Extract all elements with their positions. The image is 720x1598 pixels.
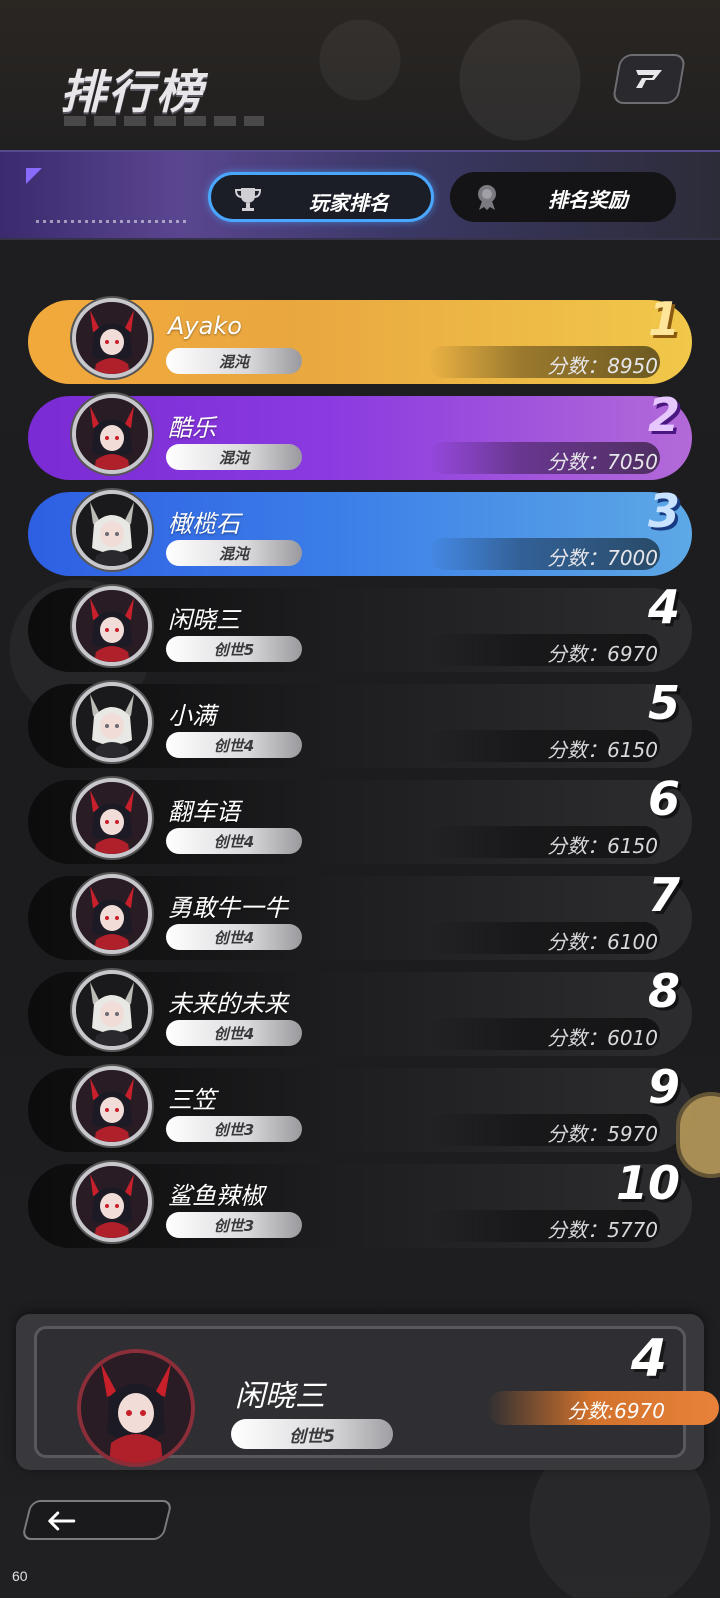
tab-player-ranking-label: 玩家排名 — [309, 191, 389, 215]
tier-badge: 混沌 — [166, 348, 302, 374]
player-avatar — [72, 682, 152, 762]
player-avatar — [72, 874, 152, 954]
leaderboard-row[interactable]: 小满 创世4 分数：6150 5 — [28, 676, 692, 768]
player-name: Ayako — [168, 312, 242, 340]
header: 排行榜 — [0, 0, 720, 150]
tab-bar: 玩家排名 排名奖励 — [0, 150, 720, 240]
player-name: 勇敢牛一牛 — [168, 894, 288, 922]
tier-badge: 创世3 — [166, 1116, 302, 1142]
player-avatar — [72, 778, 152, 858]
player-name: 三笠 — [168, 1086, 216, 1114]
title-decoration — [64, 116, 264, 126]
tier-badge: 混沌 — [166, 540, 302, 566]
rank-number: 7 — [647, 868, 680, 922]
rank-number: 6 — [647, 772, 680, 826]
self-rank-panel: 闲晓三 创世5 分数:6970 4 — [16, 1314, 719, 1470]
self-rank-card: 闲晓三 创世5 分数:6970 4 — [34, 1326, 719, 1467]
player-avatar — [72, 1066, 152, 1146]
player-name: 小满 — [168, 702, 216, 730]
self-rank-number: 4 — [630, 1329, 667, 1389]
tab-bar-corner-decoration — [26, 168, 42, 184]
player-score: 分数：8950 — [547, 354, 658, 378]
leaderboard-row[interactable]: 翻车语 创世4 分数：6150 6 — [28, 772, 692, 864]
player-score: 分数：6970 — [547, 642, 658, 666]
page-title: 排行榜 — [60, 65, 204, 119]
tier-badge: 创世4 — [166, 924, 302, 950]
tab-bar-dots-decoration — [36, 220, 186, 223]
player-name: 橄榄石 — [168, 510, 240, 538]
leaderboard-row[interactable]: 未来的未来 创世4 分数：6010 8 — [28, 964, 692, 1056]
tab-ranking-rewards[interactable]: 排名奖励 — [450, 172, 676, 222]
rank-number: 1 — [647, 292, 680, 346]
self-tier-badge: 创世5 — [231, 1419, 393, 1449]
tier-badge: 创世3 — [166, 1212, 302, 1238]
arrow-left-icon — [48, 1511, 76, 1531]
tab-ranking-rewards-label: 排名奖励 — [548, 188, 628, 212]
player-name: 酷乐 — [168, 414, 216, 442]
player-score: 分数：7050 — [547, 450, 658, 474]
player-avatar — [72, 394, 152, 474]
back-button[interactable] — [21, 1500, 173, 1540]
player-score: 分数：6010 — [547, 1026, 658, 1050]
rank-number: 2 — [647, 388, 680, 442]
player-score: 分数：7000 — [547, 546, 658, 570]
leaderboard-row[interactable]: 三笠 创世3 分数：5970 9 — [28, 1060, 692, 1152]
rank-number: 10 — [615, 1156, 680, 1210]
player-score: 分数：5770 — [547, 1218, 658, 1242]
rank-number: 5 — [647, 676, 680, 730]
leaderboard-row[interactable]: 酷乐 混沌 分数：7050 2 — [28, 388, 692, 480]
logo-badge-icon — [636, 70, 662, 88]
self-avatar — [77, 1349, 195, 1467]
leaderboard-row[interactable]: 橄榄石 混沌 分数：7000 3 — [28, 484, 692, 576]
player-name: 鲨鱼辣椒 — [168, 1182, 264, 1210]
leaderboard-row[interactable]: 勇敢牛一牛 创世4 分数：6100 7 — [28, 868, 692, 960]
medal-icon — [478, 185, 496, 210]
player-name: 闲晓三 — [168, 606, 240, 634]
tier-badge: 创世4 — [166, 1020, 302, 1046]
player-avatar — [72, 298, 152, 378]
player-score: 分数：6150 — [547, 834, 658, 858]
player-avatar — [72, 586, 152, 666]
self-player-name: 闲晓三 — [235, 1379, 325, 1414]
leaderboard-row[interactable]: 闲晓三 创世5 分数：6970 4 — [28, 580, 692, 672]
player-score: 分数：6100 — [547, 930, 658, 954]
rank-number: 4 — [647, 580, 680, 634]
tier-badge: 创世4 — [166, 732, 302, 758]
player-name: 翻车语 — [168, 798, 240, 826]
leaderboard-row[interactable]: Ayako 混沌 分数：8950 1 — [28, 292, 692, 384]
player-score: 分数：5970 — [547, 1122, 658, 1146]
rank-number: 3 — [647, 484, 680, 538]
fps-counter: 60 — [12, 1568, 28, 1584]
tier-badge: 创世4 — [166, 828, 302, 854]
tier-badge: 创世5 — [166, 636, 302, 662]
trophy-icon — [234, 188, 262, 211]
rank-number: 9 — [647, 1060, 680, 1114]
rank-number: 8 — [647, 964, 680, 1018]
leaderboard-row[interactable]: 鲨鱼辣椒 创世3 分数：5770 10 — [28, 1156, 692, 1248]
player-avatar — [72, 490, 152, 570]
player-name: 未来的未来 — [168, 990, 288, 1018]
logo-badge-button[interactable] — [611, 54, 687, 104]
player-score: 分数：6150 — [547, 738, 658, 762]
self-score: 分数:6970 — [567, 1399, 665, 1423]
tab-player-ranking[interactable]: 玩家排名 — [208, 172, 434, 222]
player-avatar — [72, 1162, 152, 1242]
tier-badge: 混沌 — [166, 444, 302, 470]
player-avatar — [72, 970, 152, 1050]
